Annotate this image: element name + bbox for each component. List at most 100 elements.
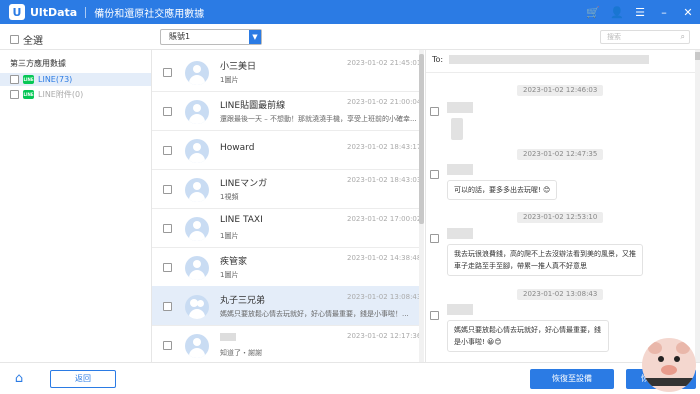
select-all-checkbox[interactable] <box>10 35 19 44</box>
pig-mascot-watermark <box>642 338 696 392</box>
conversation-pane: To: 2023-01-02 12:46:03 2023-01-02 12:47… <box>425 50 700 362</box>
chat-time: 2023-01-02 18:43:03 <box>347 176 422 184</box>
chevron-down-icon[interactable]: ▼ <box>249 30 261 44</box>
line-icon: LINE <box>23 75 34 84</box>
restore-to-device-button[interactable]: 恢復至設備 <box>530 369 614 389</box>
minimize-icon[interactable]: – <box>658 6 670 19</box>
chat-preview: 1圖片 <box>220 232 239 240</box>
user-icon[interactable]: 👤 <box>610 6 624 19</box>
avatar <box>185 178 209 202</box>
chat-checkbox[interactable] <box>163 68 172 77</box>
chat-row[interactable]: LINE貼圖最前線 2023-01-02 21:00:04 還跟最後一天 – 不… <box>152 91 424 131</box>
chat-row[interactable]: 2023-01-02 12:17:36 知道了・謝謝 <box>152 325 424 362</box>
chat-row-selected[interactable]: 丸子三兄弟 2023-01-02 13:08:43 媽媽只要放鬆心情去玩就好，好… <box>152 286 424 326</box>
back-button[interactable]: 返回 <box>50 370 116 388</box>
chat-checkbox[interactable] <box>163 263 172 272</box>
message-checkbox[interactable] <box>430 170 439 179</box>
conversation-scrollbar[interactable] <box>695 50 700 362</box>
chat-name: LINE TAXI <box>220 215 263 225</box>
chat-list: 小三美日 2023-01-02 21:45:01 1圖片 LINE貼圖最前線 2… <box>152 50 424 362</box>
chat-checkbox[interactable] <box>163 302 172 311</box>
chat-time: 2023-01-02 17:00:02 <box>347 215 422 223</box>
search-input[interactable]: 搜索 ⌕ <box>600 30 690 44</box>
sender-name-redacted <box>447 164 473 175</box>
title-bar: U UltData 備份和還原社交應用數據 🛒 👤 ☰ – ✕ <box>0 0 700 24</box>
chat-list-scrollbar[interactable] <box>419 50 424 362</box>
message-bubble-redacted <box>451 118 463 140</box>
chat-name: 小三美日 <box>220 62 257 72</box>
chat-preview: 媽媽只要放鬆心情去玩就好，好心情最重要，錢是小事啦！... <box>220 310 409 318</box>
select-all-label: 全選 <box>23 36 43 47</box>
chat-time: 2023-01-02 12:17:36 <box>347 332 422 340</box>
search-icon[interactable]: ⌕ <box>681 31 685 43</box>
cart-icon[interactable]: 🛒 <box>586 6 600 19</box>
window-controls: 🛒 👤 ☰ – ✕ <box>586 0 694 24</box>
avatar <box>185 256 209 280</box>
menu-icon[interactable]: ☰ <box>634 6 646 19</box>
chat-row[interactable]: 小三美日 2023-01-02 21:45:01 1圖片 <box>152 52 424 92</box>
chat-checkbox[interactable] <box>163 341 172 350</box>
message-timestamp: 2023-01-02 12:53:10 <box>517 212 604 223</box>
message-timestamp: 2023-01-02 12:47:35 <box>517 149 604 160</box>
chat-name: 丸子三兄弟 <box>220 296 266 306</box>
sidebar-item-line[interactable]: LINE LINE(73) <box>0 73 151 86</box>
chat-checkbox[interactable] <box>163 146 172 155</box>
avatar <box>185 217 209 241</box>
chat-name: 疾管家 <box>220 257 248 267</box>
sidebar-item-label: LINE(73) <box>38 75 73 84</box>
sender-name-redacted <box>447 304 473 315</box>
chat-row[interactable]: LINEマンガ 2023-01-02 18:43:03 1視頻 <box>152 169 424 209</box>
chat-preview: 還跟最後一天 – 不想動！那就澆澆手機，享受上班前的小確幸... <box>220 115 417 123</box>
chat-name: LINE貼圖最前線 <box>220 101 286 111</box>
message-timestamp: 2023-01-02 13:08:43 <box>517 289 604 300</box>
chat-preview: 1圖片 <box>220 271 239 279</box>
sender-name-redacted <box>447 102 473 113</box>
chat-checkbox[interactable] <box>163 107 172 116</box>
select-all[interactable]: 全選 <box>10 32 43 47</box>
toolbar: 全選 賬號1 ▼ 搜索 ⌕ <box>0 24 700 50</box>
sidebar-item-checkbox[interactable] <box>10 90 19 99</box>
chat-time: 2023-01-02 18:43:17 <box>347 143 422 151</box>
close-icon[interactable]: ✕ <box>682 6 694 19</box>
sidebar-header: 第三方應用數據 <box>10 59 66 68</box>
line-icon: LINE <box>23 90 34 99</box>
sidebar-item-line-attachments[interactable]: LINE LINE附件(0) <box>0 88 151 101</box>
chat-name: Howard <box>220 143 255 153</box>
chat-checkbox[interactable] <box>163 224 172 233</box>
sender-name-redacted <box>447 228 473 239</box>
chat-name-redacted <box>220 332 236 342</box>
chat-preview: 1視頻 <box>220 193 239 201</box>
chat-preview: 1圖片 <box>220 76 239 84</box>
window-title: 備份和還原社交應用數據 <box>94 8 205 20</box>
chat-row[interactable]: 疾管家 2023-01-02 14:38:48 1圖片 <box>152 247 424 287</box>
search-placeholder: 搜索 <box>607 33 621 41</box>
message-bubble: 媽媽只要放鬆心情去玩就好，好心情最重要，錢是小事啦! 😀😊 <box>447 320 609 352</box>
message-bubble: 我去玩很浪費錢，高的爬不上去沒辦法看到美的風景，又推車子走路至手至腳，帶累一推人… <box>447 244 643 276</box>
chat-row[interactable]: LINE TAXI 2023-01-02 17:00:02 1圖片 <box>152 208 424 248</box>
chat-time: 2023-01-02 21:45:01 <box>347 59 422 67</box>
chat-time: 2023-01-02 13:08:43 <box>347 293 422 301</box>
account-dropdown-value: 賬號1 <box>169 32 191 41</box>
recipient-line: To: <box>432 55 650 64</box>
divider <box>426 72 700 73</box>
chat-row[interactable]: Howard 2023-01-02 18:43:17 <box>152 130 424 170</box>
chat-time: 2023-01-02 21:00:04 <box>347 98 422 106</box>
bottom-bar: ⌂ 返回 恢復至設備 恢復至電腦 <box>0 362 700 394</box>
avatar <box>185 334 209 358</box>
message-bubble: 可以的話，要多多出去玩喔! 😊 <box>447 180 558 200</box>
group-avatar <box>185 295 209 319</box>
scrollbar-thumb[interactable] <box>419 54 424 224</box>
message-checkbox[interactable] <box>430 234 439 243</box>
avatar <box>185 100 209 124</box>
chat-preview: 知道了・謝謝 <box>220 349 262 357</box>
app-logo: U <box>9 4 25 20</box>
account-dropdown[interactable]: 賬號1 ▼ <box>160 29 262 45</box>
to-label: To: <box>432 55 444 64</box>
home-icon[interactable]: ⌂ <box>0 363 38 394</box>
message-checkbox[interactable] <box>430 311 439 320</box>
chat-checkbox[interactable] <box>163 185 172 194</box>
chat-name: LINEマンガ <box>220 179 268 189</box>
scrollbar-thumb[interactable] <box>695 52 700 60</box>
sidebar-item-checkbox[interactable] <box>10 75 19 84</box>
message-checkbox[interactable] <box>430 107 439 116</box>
